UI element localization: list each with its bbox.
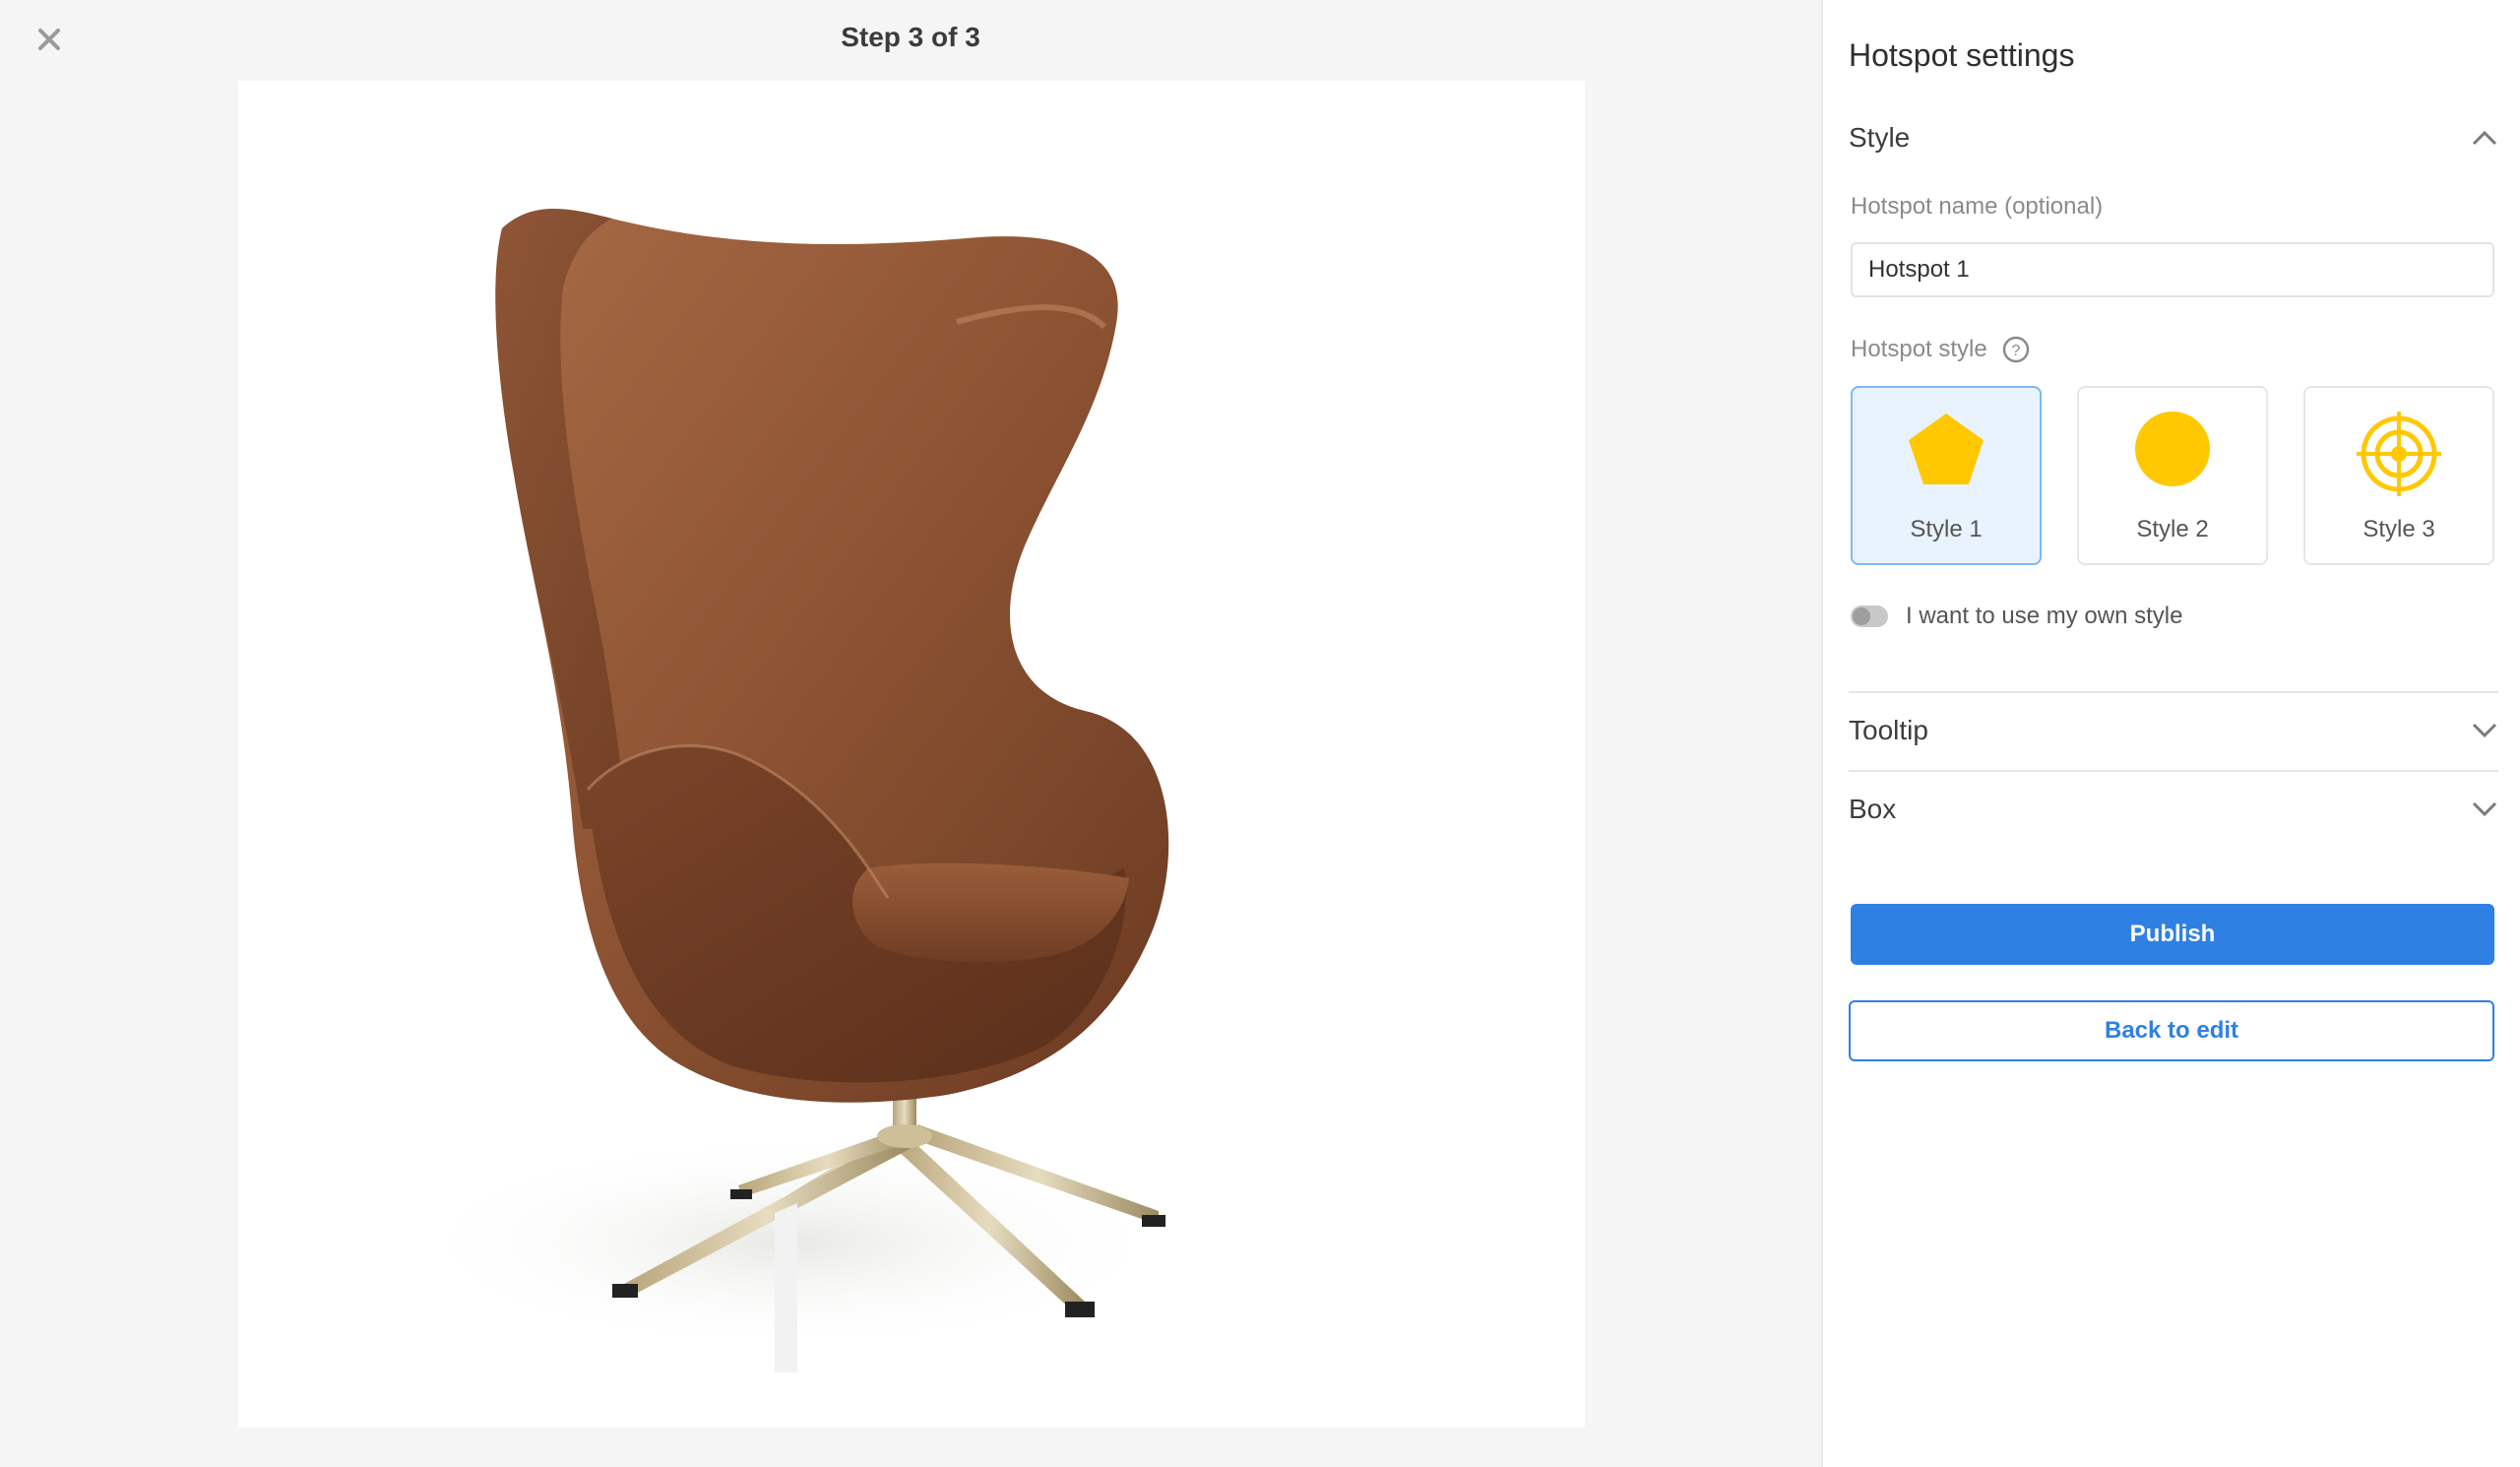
own-style-row: I want to use my own style [1851,603,2182,630]
section-divider [1849,770,2498,772]
style-option-label: Style 2 [2136,516,2209,542]
style-option-3[interactable]: Style 3 [2303,386,2494,565]
hotspot-name-label: Hotspot name (optional) [1851,193,2104,220]
style-option-label: Style 1 [1910,516,1983,542]
tooltip-section-header[interactable]: Tooltip [1849,701,2498,760]
own-style-toggle[interactable] [1851,606,1888,627]
style-option-2[interactable]: Style 2 [2077,386,2268,565]
chevron-up-icon [2472,130,2497,146]
editor-stage: Step 3 of 3 [0,0,1821,1467]
style-section-label: Style [1849,122,1911,153]
image-canvas[interactable] [238,81,1585,1428]
circle-icon [2135,412,2210,486]
help-circle-icon[interactable]: ? [2001,335,2031,364]
target-icon [2357,412,2441,496]
chevron-down-icon [2472,723,2497,738]
back-to-edit-button[interactable]: Back to edit [1849,1000,2494,1061]
chevron-down-icon [2472,801,2497,817]
hotspot-style-label-row: Hotspot style ? [1851,335,2031,364]
hotspot-settings-panel: Hotspot settings Style Hotspot name (opt… [1821,0,2520,1467]
hotspot-name-input[interactable] [1851,242,2494,297]
panel-title: Hotspot settings [1849,37,2075,73]
publish-button[interactable]: Publish [1851,904,2494,965]
section-divider [1849,691,2498,693]
product-image [406,209,1173,1372]
own-style-label: I want to use my own style [1906,603,2183,629]
step-indicator: Step 3 of 3 [841,22,980,52]
style-option-label: Style 3 [2362,516,2435,542]
style-section-header[interactable]: Style [1849,108,2498,167]
box-section-header[interactable]: Box [1849,780,2498,839]
chair-body [495,209,1169,1103]
box-section-label: Box [1849,794,1897,824]
hotspot-style-label: Hotspot style [1851,336,1987,362]
pentagon-icon [1909,414,1984,484]
tooltip-section-label: Tooltip [1849,715,1928,745]
svg-text:?: ? [2011,343,2020,359]
style-option-1[interactable]: Style 1 [1851,386,2042,565]
